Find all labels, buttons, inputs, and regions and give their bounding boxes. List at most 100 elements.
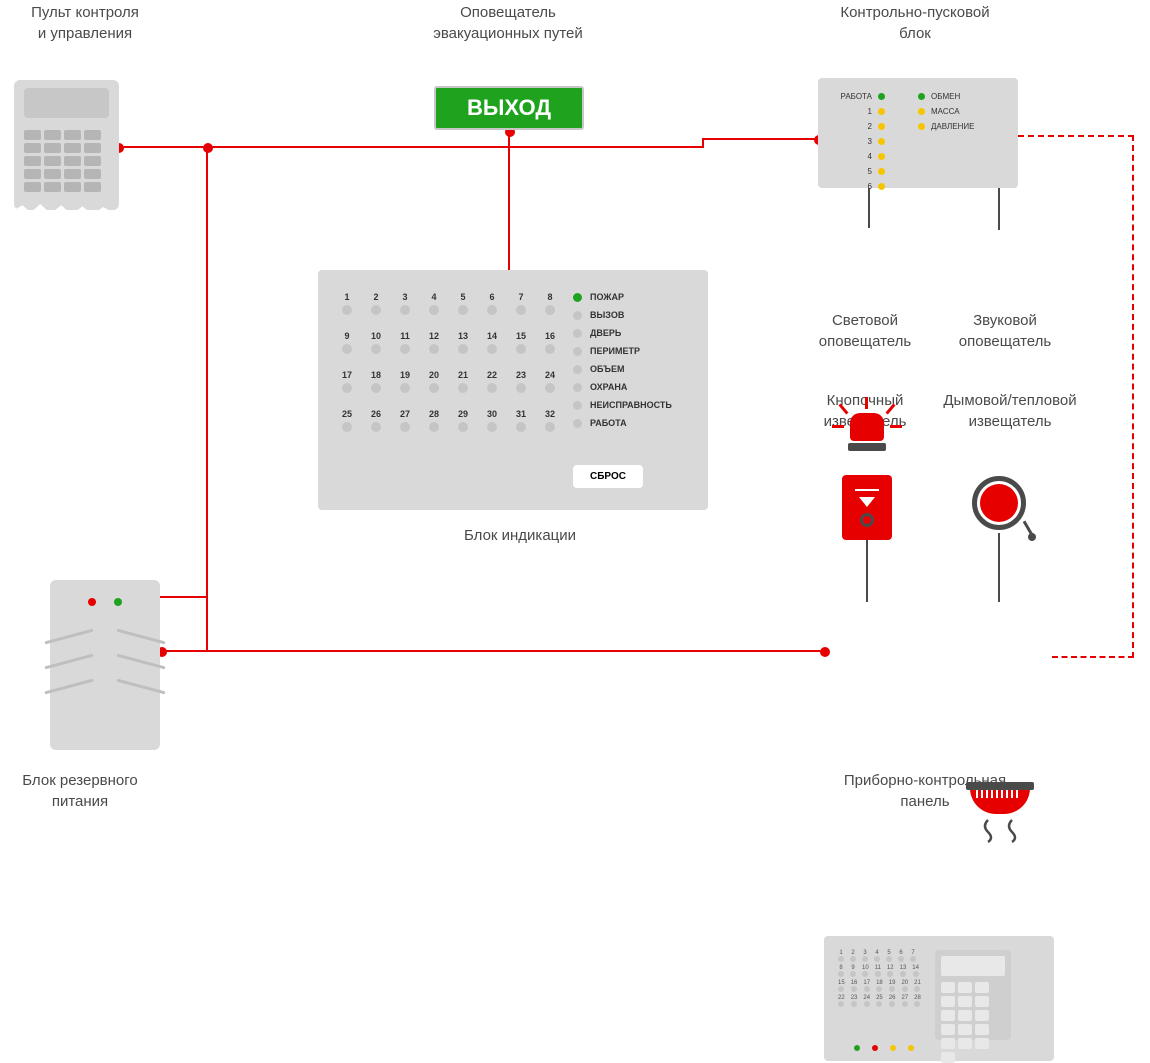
zone-cell: 28 [914,995,921,1007]
label-exit: Оповещательэвакуационных путей [408,2,608,44]
indication-cell: 20 [425,370,443,393]
status-row: ПЕРИМЕТР [573,346,688,356]
zone-cell: 7 [910,950,916,962]
zone-cell: 1 [838,950,844,962]
zone-cell: 6 [898,950,904,962]
wire-dashed [1052,656,1134,658]
indication-cell: 2 [367,292,385,315]
led-red [88,598,96,606]
indication-cell: 4 [425,292,443,315]
indication-cell: 21 [454,370,472,393]
status-row: ПОЖАР [573,292,688,302]
heat-wave-icon [982,818,1022,844]
led-icon [878,168,885,175]
indication-cell: 31 [512,409,530,432]
zone-cell: 15 [838,980,845,992]
clb-row: 2 [832,122,918,131]
indication-cell: 15 [512,331,530,354]
indication-cell: 16 [541,331,559,354]
clb-row: РАБОТА [832,92,918,101]
clb-row: ДАВЛЕНИЕ [918,122,1004,131]
zone-cell: 24 [863,995,870,1007]
led-icon [878,153,885,160]
led-icon [918,123,925,130]
zone-cell: 9 [850,965,856,977]
wire-node [820,647,830,657]
indication-cell: 22 [483,370,501,393]
indication-cell: 3 [396,292,414,315]
zone-cell: 11 [875,965,881,977]
led-icon [878,138,885,145]
clb-row: 3 [832,137,918,146]
label-clb: Контрольно-пусковойблок [800,2,1030,44]
status-row: ОХРАНА [573,382,688,392]
zone-cell: 10 [862,965,869,977]
zone-cell: 2 [850,950,856,962]
indication-cell: 7 [512,292,530,315]
device-ups [50,580,160,750]
zone-cell: 19 [889,980,896,992]
indication-cell: 18 [367,370,385,393]
indication-cell: 12 [425,331,443,354]
zone-cell: 16 [851,980,858,992]
indication-cell: 13 [454,331,472,354]
led-icon [878,93,885,100]
wire [702,138,818,140]
wire-dashed [1132,135,1134,658]
wire [206,650,824,652]
wire-dashed [1018,135,1134,137]
indication-cell: 17 [338,370,356,393]
status-row: РАБОТА [573,418,688,428]
zone-cell: 26 [889,995,896,1007]
indication-cell: 6 [483,292,501,315]
zone-cell: 14 [912,965,919,977]
status-row: НЕИСПРАВНОСТЬ [573,400,688,410]
zone-cell: 5 [886,950,892,962]
clb-row: 6 [832,182,918,191]
wire-node [203,143,213,153]
clb-row: ОБМЕН [918,92,1004,101]
zone-cell: 22 [838,995,845,1007]
device-button-detector [842,475,892,540]
zone-cell: 3 [862,950,868,962]
wire-thin [998,533,1000,602]
clb-row: 1 [832,107,918,116]
reset-button[interactable]: СБРОС [573,465,643,488]
wire-thin [998,188,1000,230]
wire [160,596,208,598]
wire [206,596,208,652]
wire [116,146,208,148]
indication-cell: 8 [541,292,559,315]
wire [508,130,510,270]
label-keypad: Пульт контроляи управления [10,2,160,44]
indication-cell: 14 [483,331,501,354]
device-exit-sign: ВЫХОД [434,86,584,130]
status-row: ДВЕРЬ [573,328,688,338]
status-row: ВЫЗОВ [573,310,688,320]
indication-cell: 28 [425,409,443,432]
clb-row: 5 [832,167,918,176]
zone-cell: 12 [887,965,894,977]
indication-cell: 25 [338,409,356,432]
wire [206,146,704,148]
status-row: ОБЪЕМ [573,364,688,374]
indication-cell: 32 [541,409,559,432]
indication-cell: 27 [396,409,414,432]
zone-cell: 8 [838,965,844,977]
wire [160,650,208,652]
indication-cell: 30 [483,409,501,432]
zone-cell: 25 [876,995,883,1007]
label-smoke-det: Дымовой/тепловойизвещатель [935,390,1085,432]
indication-cell: 26 [367,409,385,432]
zone-cell: 13 [900,965,907,977]
zone-cell: 27 [901,995,908,1007]
indication-cell: 29 [454,409,472,432]
zone-cell: 18 [876,980,883,992]
wire-thin [866,540,868,602]
indication-cell: 9 [338,331,356,354]
device-control-panel: 1234567891011121314151617181920212223242… [824,936,1054,1061]
indication-cell: 24 [541,370,559,393]
clb-row: МАССА [918,107,1004,116]
device-indication: 1234567891011121314151617181920212223242… [318,270,708,510]
device-light-alarm [832,395,902,465]
